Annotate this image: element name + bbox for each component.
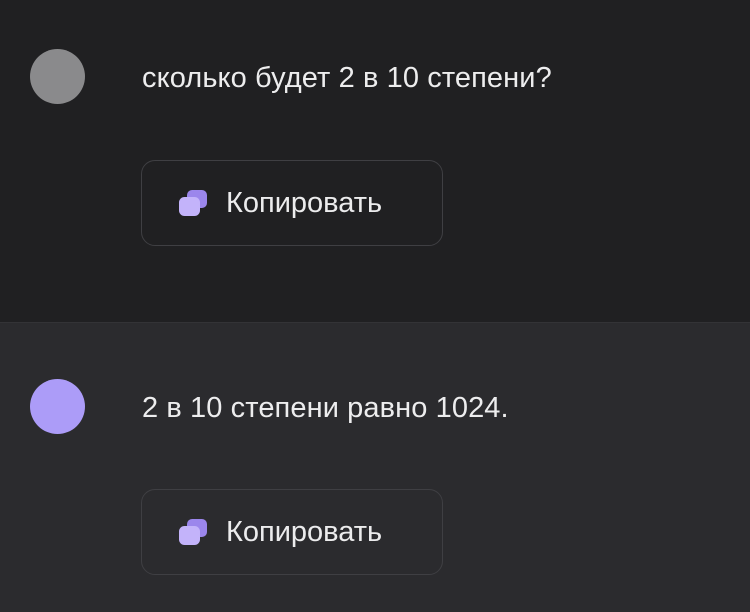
copy-button-label: Копировать	[226, 516, 383, 548]
copy-button[interactable]: Копировать	[141, 160, 443, 246]
copy-button[interactable]: Копировать	[141, 489, 443, 575]
chat-thread: сколько будет 2 в 10 степени? Копировать…	[0, 0, 750, 612]
assistant-avatar	[30, 379, 85, 434]
user-message: сколько будет 2 в 10 степени? Копировать	[0, 0, 750, 322]
copy-button-label: Копировать	[226, 187, 383, 219]
assistant-message: 2 в 10 степени равно 1024. Копировать	[0, 322, 750, 612]
message-text: сколько будет 2 в 10 степени?	[142, 62, 552, 94]
copy-icon	[176, 188, 210, 218]
message-text: 2 в 10 степени равно 1024.	[142, 392, 509, 424]
copy-icon	[176, 517, 210, 547]
user-avatar	[30, 49, 85, 104]
